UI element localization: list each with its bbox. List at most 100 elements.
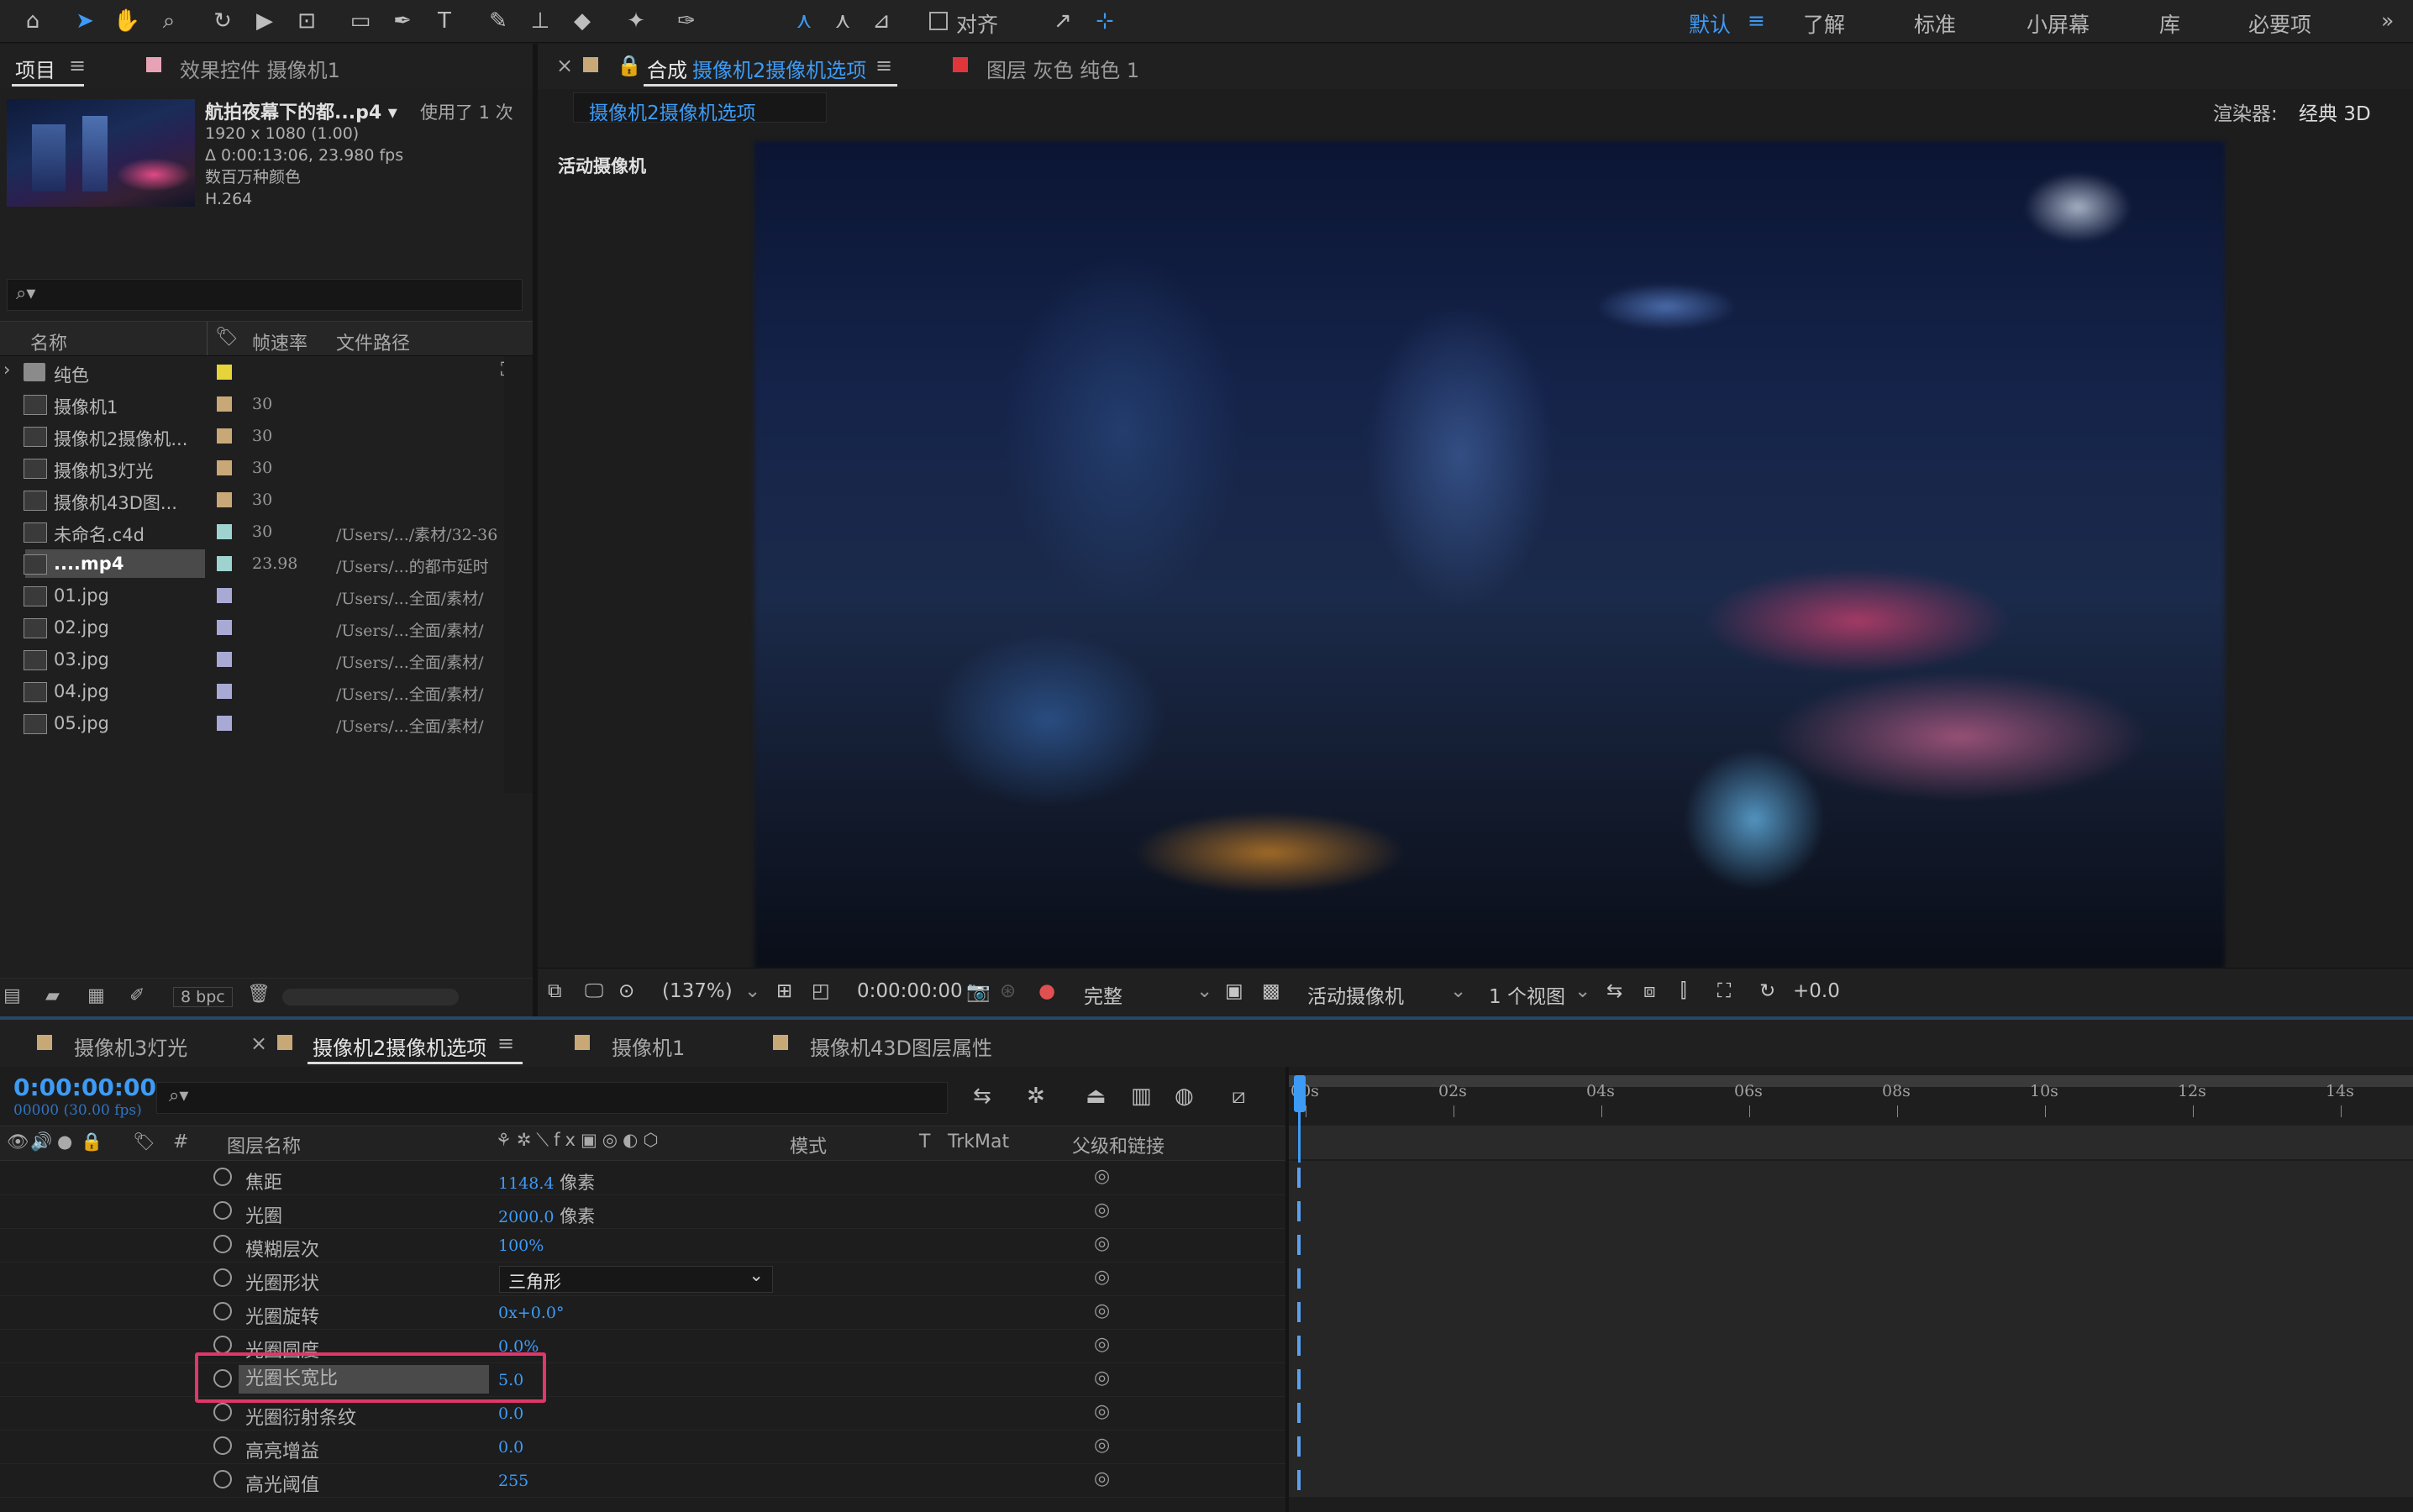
tab-camera2-options[interactable]: 摄像机2摄像机选项 xyxy=(313,1032,486,1061)
tab-effect-controls[interactable]: 效果控件 摄像机1 xyxy=(180,54,340,83)
camera-view-dropdown[interactable]: 活动摄像机 xyxy=(1307,980,1404,1009)
vr-icon[interactable]: ⊙ xyxy=(618,980,634,1002)
label-color[interactable] xyxy=(217,524,232,539)
tab-comp-name[interactable]: 摄像机2摄像机选项 xyxy=(692,54,866,83)
timeline-search-input[interactable]: ⌕▾ xyxy=(156,1082,948,1114)
workspace-small-screen[interactable]: 小屏幕 xyxy=(2027,8,2090,39)
safe-margins-icon[interactable]: ⊞ xyxy=(776,980,792,1002)
project-item[interactable]: 05.jpg/Users/...全面/素材/ xyxy=(0,707,504,739)
column-fps[interactable]: 帧速率 xyxy=(252,328,308,355)
column-mode[interactable]: 模式 xyxy=(790,1131,827,1158)
hand-tool-icon[interactable]: ✋ xyxy=(111,5,143,37)
pan-behind-tool-icon[interactable]: ⊡ xyxy=(291,5,323,37)
eye-icon[interactable]: 👁 xyxy=(7,1131,29,1152)
world-axis-icon[interactable]: ⋏ xyxy=(827,5,859,37)
audio-icon[interactable]: 🔊 xyxy=(30,1131,52,1152)
new-composition-icon[interactable]: ▦ xyxy=(87,985,105,1006)
label-color[interactable] xyxy=(217,684,232,699)
tab-camera3-light[interactable]: 摄像机3灯光 xyxy=(74,1032,187,1061)
label-color[interactable] xyxy=(217,620,232,635)
camera-tool-icon[interactable]: ▶ xyxy=(249,5,281,37)
tab-comp-prefix[interactable]: 合成 xyxy=(647,54,687,83)
project-item[interactable]: 04.jpg/Users/...全面/素材/ xyxy=(0,675,504,707)
close-tab-icon[interactable]: × xyxy=(250,1032,267,1055)
snap-options-icon[interactable]: ⊹ xyxy=(1089,5,1121,37)
footage-name[interactable]: 航拍夜幕下的都...p4 ▾ xyxy=(205,97,397,124)
lock-icon[interactable]: 🔒 xyxy=(617,54,642,77)
property-track[interactable] xyxy=(1289,1329,2413,1363)
home-icon[interactable]: ⌂ xyxy=(17,5,49,37)
workspace-libraries[interactable]: 库 xyxy=(2159,8,2180,39)
property-track[interactable] xyxy=(1289,1194,2413,1229)
timeline-menu-icon[interactable]: ≡ xyxy=(497,1032,514,1055)
project-item[interactable]: 摄像机3灯光 30 xyxy=(0,452,504,484)
expand-arrow-icon[interactable]: › xyxy=(3,360,10,380)
column-name[interactable]: 名称 xyxy=(30,328,67,355)
label-color[interactable] xyxy=(217,428,232,444)
project-item[interactable]: 02.jpg/Users/...全面/素材/ xyxy=(0,612,504,643)
snap-icon[interactable]: ↗ xyxy=(1047,5,1079,37)
motion-blur-icon[interactable]: ◍ xyxy=(1175,1084,1194,1109)
zoom-dropdown[interactable]: (137%) xyxy=(662,980,733,1002)
workspace-essentials[interactable]: 必要项 xyxy=(2248,8,2311,39)
render-queue-icon[interactable]: ✐ xyxy=(129,985,145,1006)
workspace-more-icon[interactable]: » xyxy=(2381,8,2394,33)
workspace-learn[interactable]: 了解 xyxy=(1803,8,1845,39)
label-color[interactable] xyxy=(217,396,232,412)
column-file-path[interactable]: 文件路径 xyxy=(336,328,410,355)
interpret-footage-icon[interactable]: ▤ xyxy=(3,985,21,1006)
chevron-down-icon[interactable]: ⌄ xyxy=(1450,980,1466,1002)
solo-icon[interactable]: ● xyxy=(57,1131,72,1152)
resolution-dropdown[interactable]: 完整 xyxy=(1084,980,1122,1009)
type-tool-icon[interactable]: T xyxy=(428,5,460,37)
toggle-pixel-aspect-icon[interactable]: ⇆ xyxy=(1606,980,1622,1002)
roto-brush-tool-icon[interactable]: ✦ xyxy=(620,5,652,37)
comp-flowchart-icon[interactable]: ⛶ xyxy=(1717,980,1731,1002)
project-item[interactable]: 01.jpg/Users/...全面/素材/ xyxy=(0,580,504,612)
new-folder-icon[interactable]: ▰ xyxy=(45,985,60,1006)
project-item[interactable]: ....mp4 23.98/Users/...的都市延时 xyxy=(0,548,504,580)
timeline-timecode[interactable]: 0:00:00:00 xyxy=(13,1074,156,1101)
clone-stamp-tool-icon[interactable]: ⊥ xyxy=(524,5,556,37)
close-tab-icon[interactable]: × xyxy=(556,54,573,77)
project-menu-icon[interactable]: ≡ xyxy=(69,54,86,77)
workspace-standard[interactable]: 标准 xyxy=(1914,8,1956,39)
pen-tool-icon[interactable]: ✒ xyxy=(386,5,418,37)
current-time[interactable]: 0:00:00:00 xyxy=(857,980,963,1002)
layer-switches-icons[interactable]: ⚘✲⟍fx▣◎◐⬡ xyxy=(496,1130,664,1151)
shy-layers-icon[interactable]: ⏏ xyxy=(1086,1084,1107,1109)
renderer-value[interactable]: 经典 3D xyxy=(2299,97,2371,126)
eraser-tool-icon[interactable]: ◆ xyxy=(566,5,598,37)
property-track[interactable] xyxy=(1289,1463,2413,1498)
property-track[interactable] xyxy=(1289,1295,2413,1330)
property-track[interactable] xyxy=(1289,1362,2413,1397)
tab-layer[interactable]: 图层 灰色 纯色 1 xyxy=(986,54,1139,83)
view-layout-dropdown[interactable]: 1 个视图 xyxy=(1489,980,1565,1009)
project-scrollbar[interactable] xyxy=(282,989,459,1005)
selection-tool-icon[interactable]: ➤ xyxy=(69,5,101,37)
chevron-down-icon[interactable]: ⌄ xyxy=(1574,980,1590,1002)
draft-3d-icon[interactable]: ✲ xyxy=(1027,1084,1045,1109)
chevron-down-icon[interactable]: ⌄ xyxy=(744,980,760,1002)
label-color[interactable] xyxy=(217,492,232,507)
exposure-value[interactable]: +0.0 xyxy=(1793,980,1840,1002)
graph-editor-icon[interactable]: ⧄ xyxy=(1232,1084,1246,1110)
project-item[interactable]: › 纯色 xyxy=(0,356,504,388)
monitor-icon[interactable]: 🖵 xyxy=(585,980,603,1002)
puppet-pin-tool-icon[interactable]: ✑ xyxy=(670,5,702,37)
label-tag-icon[interactable]: 🏷 xyxy=(215,327,239,348)
workspace-menu-icon[interactable]: ≡ xyxy=(1748,8,1765,33)
fast-previews-icon[interactable]: ⧈ xyxy=(1643,980,1656,1002)
channel-icon[interactable]: ● xyxy=(1038,980,1055,1002)
property-track[interactable] xyxy=(1289,1262,2413,1296)
align-checkbox[interactable] xyxy=(929,12,948,30)
mask-visibility-icon[interactable]: ◰ xyxy=(812,980,830,1002)
reset-exposure-icon[interactable]: ↻ xyxy=(1759,980,1775,1002)
local-axis-icon[interactable]: ⋏ xyxy=(788,5,820,37)
label-color[interactable] xyxy=(217,556,232,571)
label-tag-icon[interactable]: 🏷 xyxy=(133,1131,155,1152)
chevron-down-icon[interactable]: ⌄ xyxy=(1196,980,1212,1002)
lock-icon[interactable]: 🔒 xyxy=(81,1131,103,1152)
show-snapshot-icon[interactable]: ⊛ xyxy=(1000,980,1016,1002)
region-of-interest-icon[interactable]: ▣ xyxy=(1225,980,1243,1002)
